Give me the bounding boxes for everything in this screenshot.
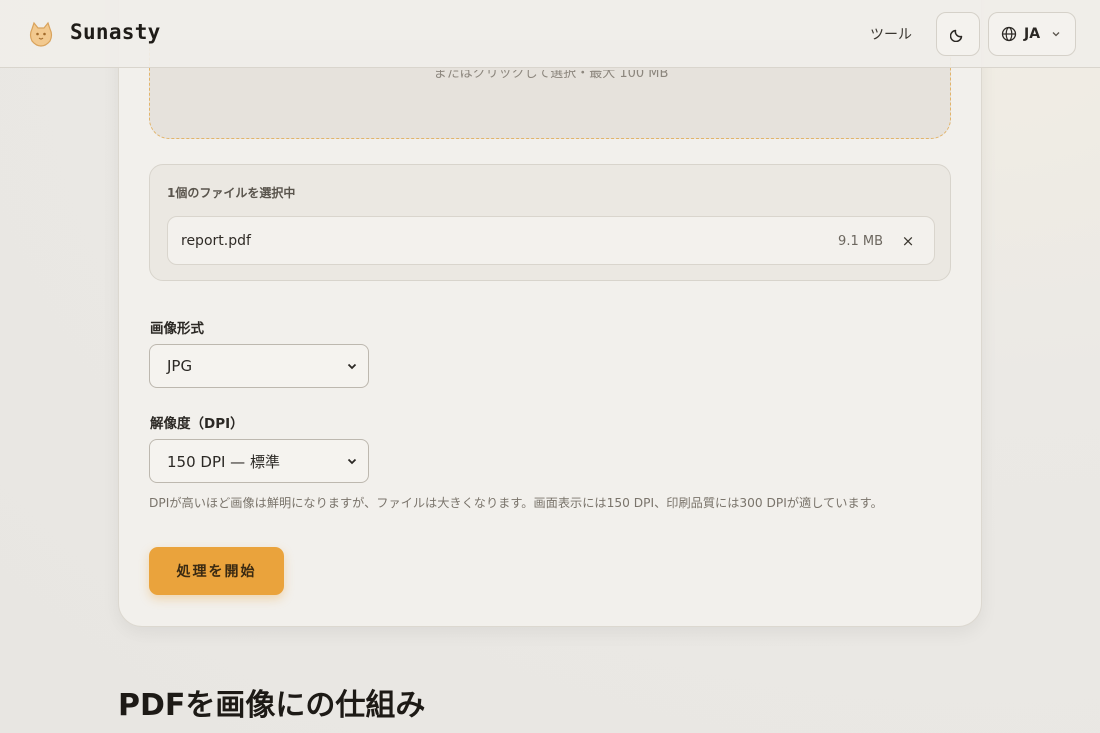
language-selector[interactable]: JA [988, 12, 1076, 56]
file-item: report.pdf 9.1 MB × [167, 216, 935, 265]
file-name: report.pdf [181, 233, 251, 249]
remove-file-button[interactable]: × [898, 231, 918, 251]
resolution-label: 解像度（DPI） [150, 416, 244, 432]
chevron-down-icon [347, 458, 357, 465]
language-label: JA [1024, 26, 1041, 42]
chevron-down-icon [347, 363, 357, 370]
nav-tools-link[interactable]: ツール [870, 24, 912, 44]
globe-icon [1001, 26, 1017, 42]
resolution-select[interactable]: 150 DPI — 標準 [149, 439, 369, 483]
resolution-help-text: DPIが高いほど画像は鮮明になりますが、ファイルは大きくなります。画面表示には1… [149, 496, 883, 510]
cat-logo-icon[interactable] [26, 19, 56, 49]
file-size: 9.1 MB [838, 234, 883, 249]
format-select[interactable]: JPG [149, 344, 369, 388]
start-processing-button[interactable]: 処理を開始 [149, 547, 284, 595]
format-label: 画像形式 [150, 321, 204, 337]
selected-files-panel: 1個のファイルを選択中 report.pdf 9.1 MB × [149, 164, 951, 281]
moon-icon [950, 29, 963, 42]
brand-name[interactable]: Sunasty [70, 20, 161, 44]
chevron-down-icon [1052, 32, 1060, 37]
format-select-value: JPG [167, 357, 193, 375]
resolution-select-value: 150 DPI — 標準 [167, 452, 280, 471]
top-header: Sunasty ツール JA [0, 0, 1100, 68]
section-title: PDFを画像にの仕組み [118, 688, 426, 723]
theme-toggle-button[interactable] [936, 12, 980, 56]
files-count-label: 1個のファイルを選択中 [167, 186, 296, 200]
